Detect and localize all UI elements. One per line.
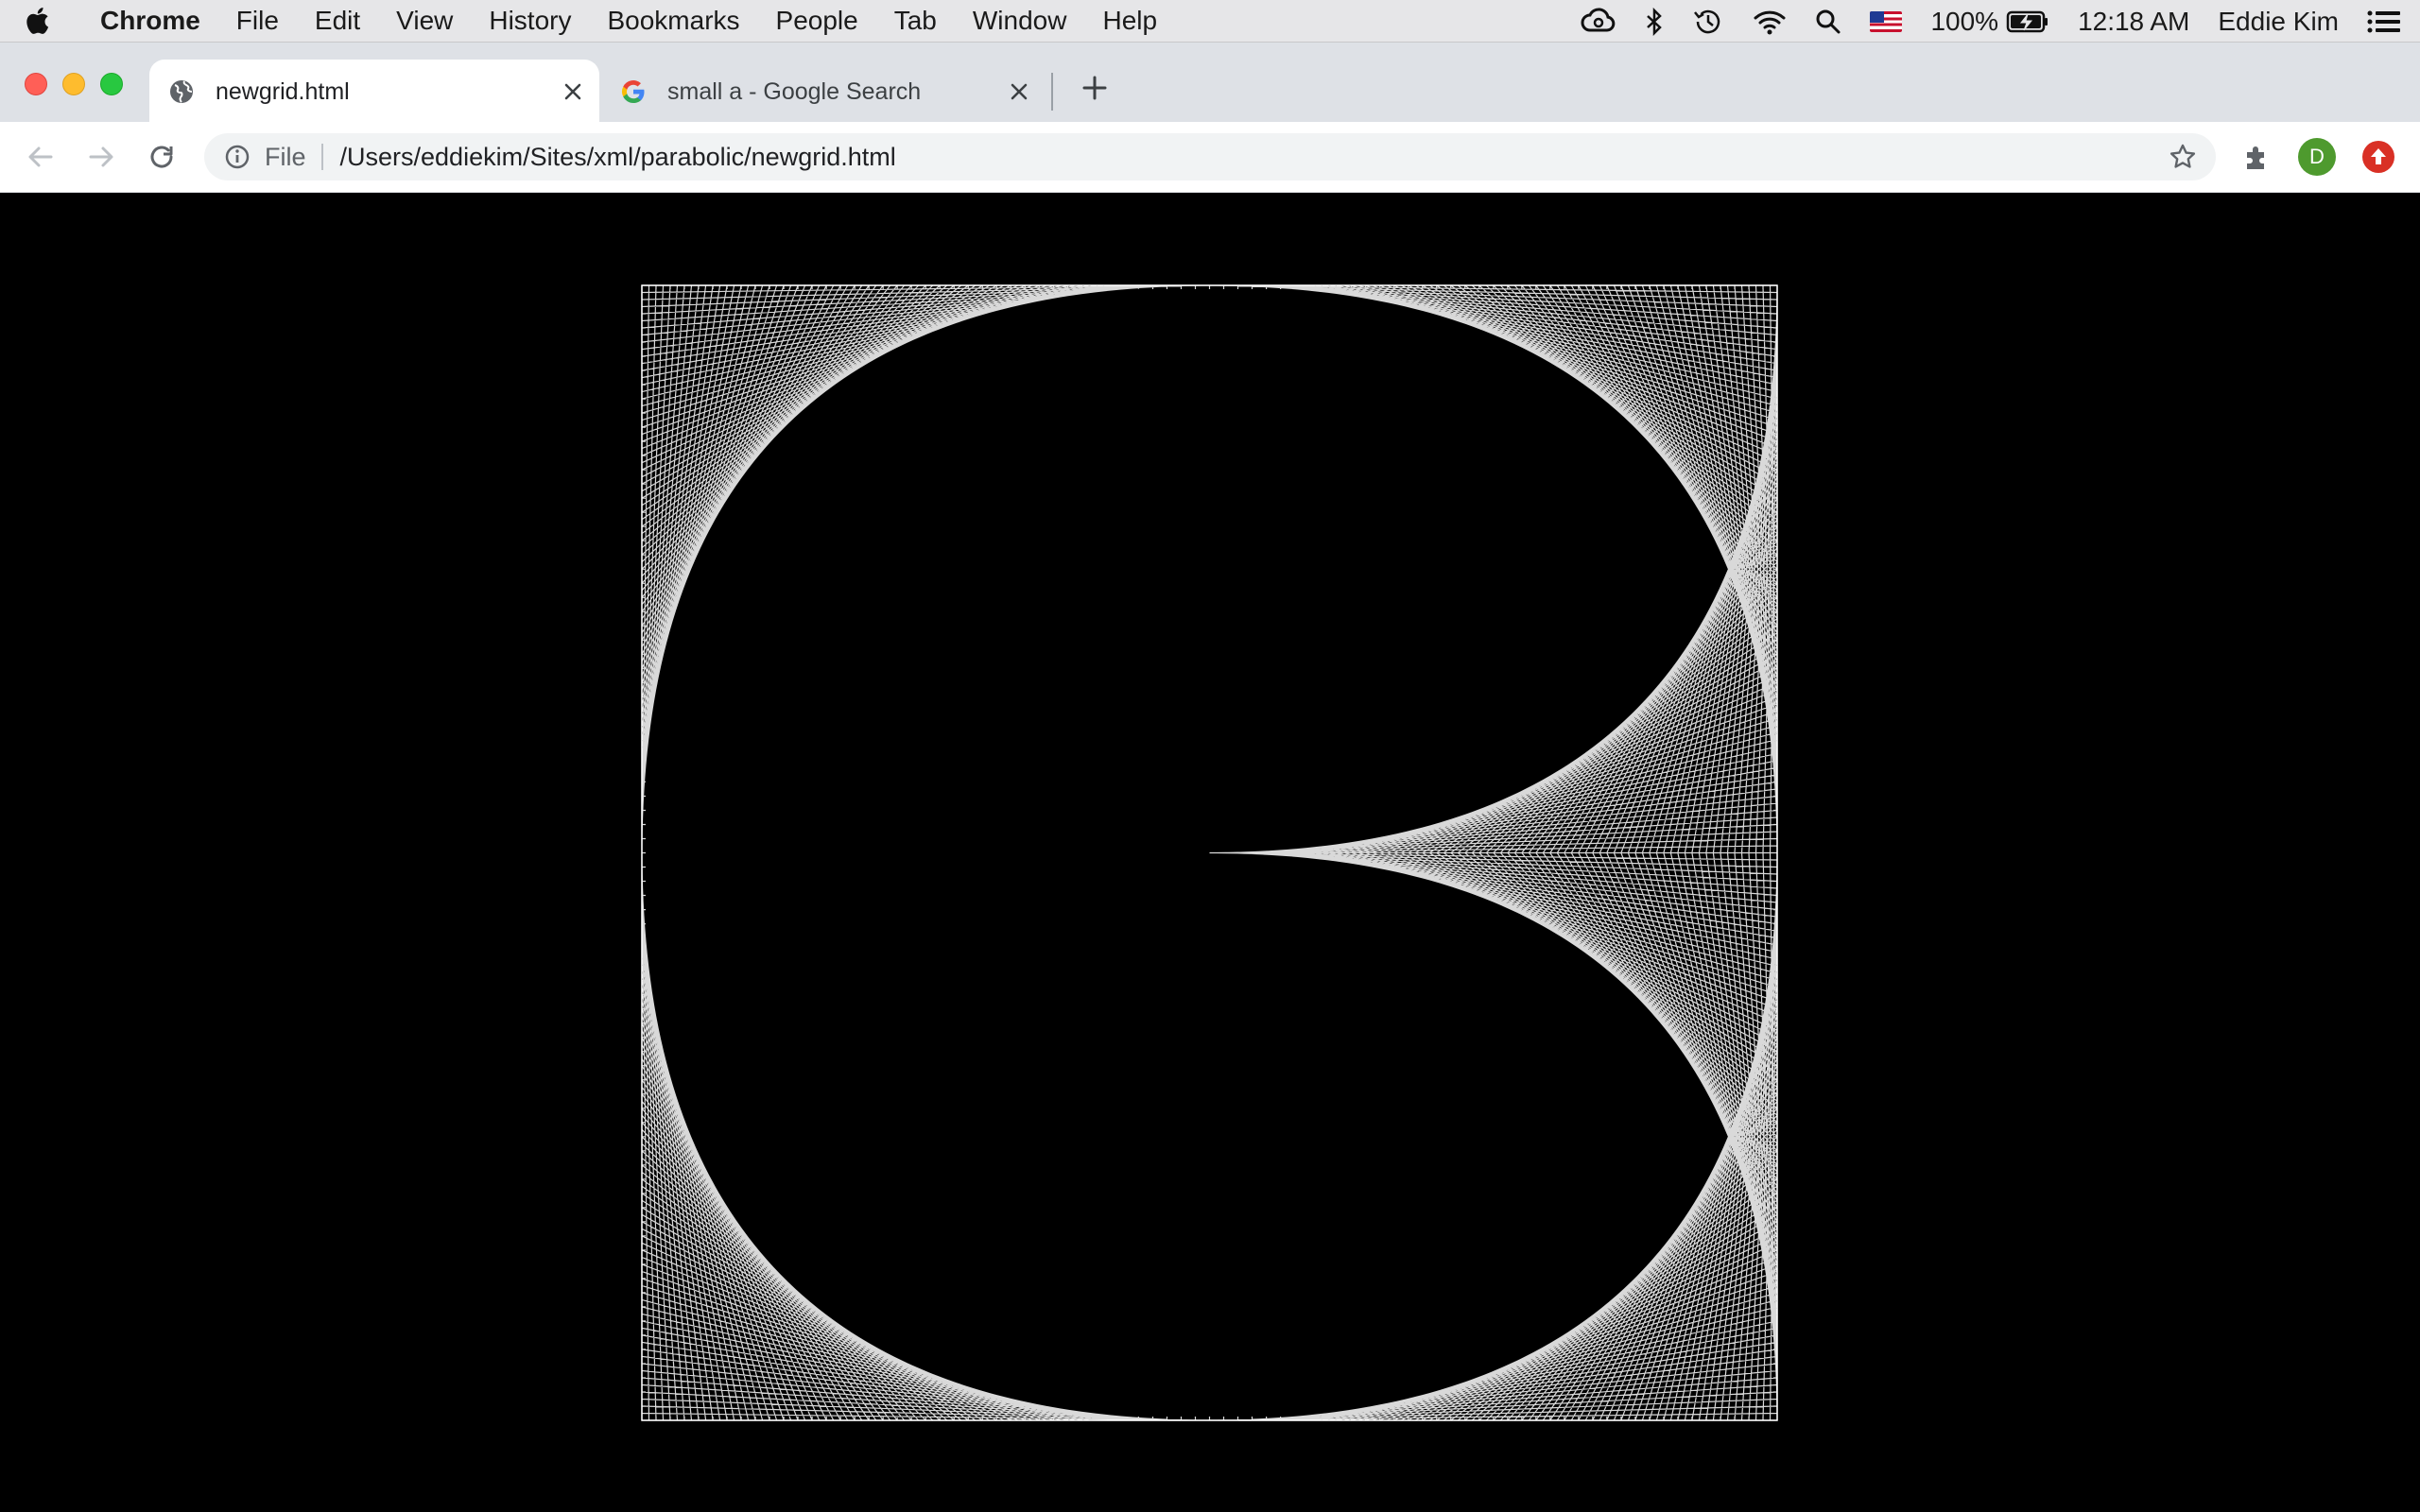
update-arrow-icon (2362, 141, 2394, 173)
creative-cloud-icon[interactable] (1581, 8, 1616, 36)
parabolic-grid-artwork (641, 284, 1778, 1421)
profile-avatar[interactable]: D (2298, 138, 2336, 176)
envelope-line-set (641, 284, 1778, 1421)
menu-history[interactable]: History (489, 6, 571, 36)
string-art-lines (641, 284, 1778, 1421)
menu-file[interactable]: File (236, 6, 279, 36)
browser-toolbar: File /Users/eddiekim/Sites/xml/parabolic… (0, 122, 2420, 193)
new-tab-plus-icon[interactable] (1078, 71, 1112, 105)
apple-menu-icon[interactable] (25, 7, 78, 35)
menu-help[interactable]: Help (1102, 6, 1157, 36)
tab-title: newgrid.html (216, 78, 350, 105)
tab-newgrid[interactable]: newgrid.html (149, 60, 599, 122)
clock[interactable]: 12:18 AM (2078, 7, 2189, 37)
user-name[interactable]: Eddie Kim (2218, 7, 2339, 37)
url-text[interactable]: /Users/eddiekim/Sites/xml/parabolic/newg… (340, 143, 896, 172)
tab-close-icon[interactable] (560, 78, 586, 105)
page-viewport (0, 193, 2420, 1512)
tab-title: small a - Google Search (667, 78, 922, 105)
window-fullscreen-button[interactable] (100, 73, 123, 95)
window-minimize-button[interactable] (62, 73, 85, 95)
menu-tab[interactable]: Tab (894, 6, 937, 36)
battery-percentage[interactable]: 100% (1930, 7, 1998, 37)
avatar: D (2298, 138, 2336, 176)
spotlight-search-icon[interactable] (1815, 9, 1841, 35)
menu-window[interactable]: Window (973, 6, 1067, 36)
wifi-icon[interactable] (1753, 9, 1787, 35)
update-chrome-button[interactable] (2360, 138, 2397, 176)
tab-close-icon[interactable] (1006, 78, 1032, 105)
back-arrow-icon[interactable] (23, 139, 59, 175)
notification-center-icon[interactable] (2367, 10, 2401, 33)
bookmark-star-icon[interactable] (2169, 143, 2197, 171)
menu-bar-status-area: 100% 12:18 AM Eddie Kim (1581, 0, 2420, 43)
reload-icon[interactable] (144, 139, 180, 175)
google-icon (620, 78, 647, 105)
url-scheme-label: File (265, 142, 306, 171)
tab-google-search[interactable]: small a - Google Search (601, 60, 1046, 122)
menu-bookmarks[interactable]: Bookmarks (607, 6, 739, 36)
tab-strip: newgrid.html small a - Google Search (0, 43, 2420, 122)
globe-icon (168, 78, 195, 105)
menu-view[interactable]: View (396, 6, 453, 36)
us-flag-input-source-icon[interactable] (1870, 10, 1903, 32)
forward-arrow-icon[interactable] (83, 139, 119, 175)
omnibox-divider (320, 144, 323, 170)
menu-people[interactable]: People (776, 6, 858, 36)
battery-charging-icon[interactable] (2006, 9, 2049, 34)
menu-app-name[interactable]: Chrome (100, 6, 200, 36)
macos-menu-bar: Chrome File Edit View History Bookmarks … (0, 0, 2420, 43)
bluetooth-icon[interactable] (1645, 7, 1664, 36)
site-info-icon[interactable] (223, 143, 251, 171)
menu-edit[interactable]: Edit (315, 6, 360, 36)
tab-separator (1051, 73, 1053, 111)
extensions-puzzle-icon[interactable] (2238, 138, 2276, 176)
window-close-button[interactable] (25, 73, 47, 95)
time-machine-icon[interactable] (1692, 7, 1724, 37)
address-bar[interactable]: File /Users/eddiekim/Sites/xml/parabolic… (204, 133, 2216, 180)
